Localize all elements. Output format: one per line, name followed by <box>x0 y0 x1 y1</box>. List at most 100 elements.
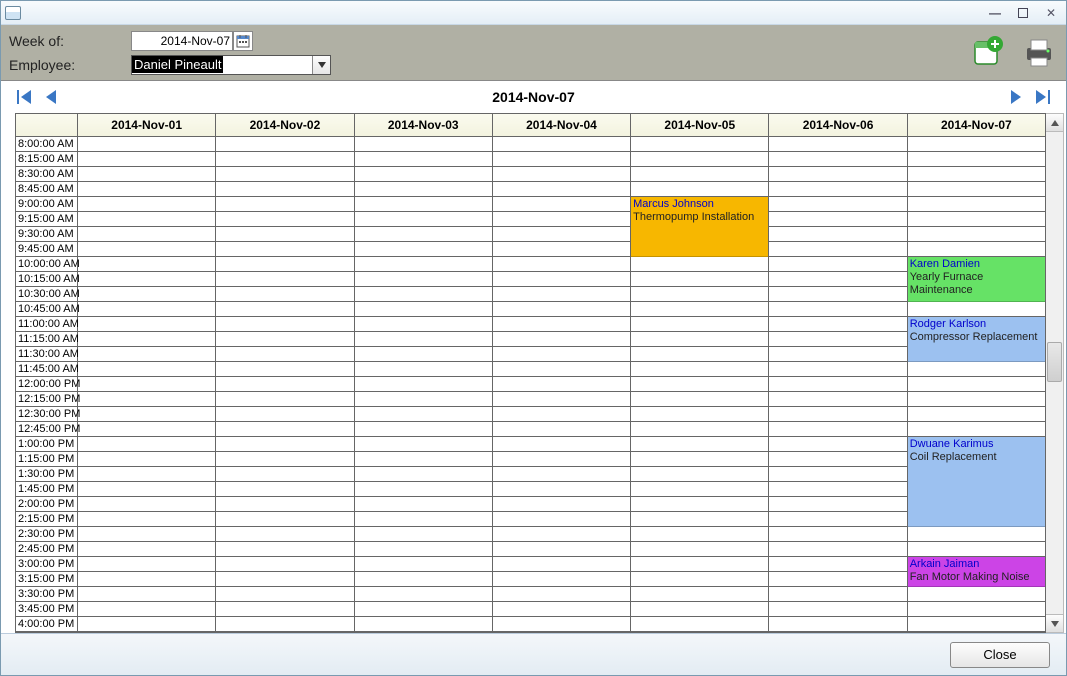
time-slot[interactable] <box>908 422 1045 437</box>
time-slot[interactable] <box>631 272 768 287</box>
calendar-event[interactable]: Arkain JaimanFan Motor Making Noise <box>908 557 1045 587</box>
time-slot[interactable] <box>908 227 1045 242</box>
time-slot[interactable] <box>78 407 215 422</box>
time-slot[interactable] <box>355 437 492 452</box>
time-slot[interactable] <box>493 482 630 497</box>
time-slot[interactable] <box>78 287 215 302</box>
time-slot[interactable] <box>355 422 492 437</box>
time-slot[interactable] <box>78 422 215 437</box>
time-slot[interactable] <box>78 332 215 347</box>
close-window-icon[interactable]: ✕ <box>1040 6 1062 20</box>
time-slot[interactable] <box>769 332 906 347</box>
time-slot[interactable] <box>769 197 906 212</box>
time-slot[interactable] <box>631 617 768 632</box>
print-button[interactable] <box>1018 31 1060 73</box>
time-slot[interactable] <box>631 557 768 572</box>
time-slot[interactable] <box>216 602 353 617</box>
time-slot[interactable] <box>631 137 768 152</box>
time-slot[interactable] <box>216 617 353 632</box>
time-slot[interactable] <box>493 377 630 392</box>
time-slot[interactable] <box>355 572 492 587</box>
time-slot[interactable] <box>355 167 492 182</box>
time-slot[interactable] <box>355 182 492 197</box>
time-slot[interactable] <box>631 377 768 392</box>
time-slot[interactable] <box>631 287 768 302</box>
time-slot[interactable] <box>631 512 768 527</box>
time-slot[interactable] <box>908 212 1045 227</box>
time-slot[interactable] <box>493 422 630 437</box>
time-slot[interactable] <box>78 542 215 557</box>
time-slot[interactable] <box>769 227 906 242</box>
time-slot[interactable] <box>493 572 630 587</box>
time-slot[interactable] <box>216 197 353 212</box>
time-slot[interactable] <box>355 527 492 542</box>
time-slot[interactable] <box>216 212 353 227</box>
time-slot[interactable] <box>355 317 492 332</box>
time-slot[interactable] <box>216 377 353 392</box>
time-slot[interactable] <box>769 602 906 617</box>
time-slot[interactable] <box>355 212 492 227</box>
time-slot[interactable] <box>631 482 768 497</box>
time-slot[interactable] <box>216 257 353 272</box>
time-slot[interactable] <box>78 242 215 257</box>
time-slot[interactable] <box>769 437 906 452</box>
time-slot[interactable] <box>631 182 768 197</box>
time-slot[interactable] <box>631 152 768 167</box>
employee-select[interactable]: Daniel Pineault <box>131 55 331 75</box>
day-column[interactable] <box>78 137 216 632</box>
time-slot[interactable] <box>216 182 353 197</box>
time-slot[interactable] <box>908 602 1045 617</box>
week-of-input[interactable] <box>131 31 233 51</box>
time-slot[interactable] <box>769 482 906 497</box>
time-slot[interactable] <box>355 542 492 557</box>
time-slot[interactable] <box>769 362 906 377</box>
time-slot[interactable] <box>78 482 215 497</box>
time-slot[interactable] <box>78 137 215 152</box>
time-slot[interactable] <box>355 152 492 167</box>
time-slot[interactable] <box>493 557 630 572</box>
vertical-scrollbar[interactable] <box>1046 113 1064 633</box>
time-slot[interactable] <box>769 497 906 512</box>
time-slot[interactable] <box>78 587 215 602</box>
time-slot[interactable] <box>769 407 906 422</box>
last-page-button[interactable] <box>1032 87 1052 107</box>
day-column[interactable] <box>216 137 354 632</box>
time-slot[interactable] <box>78 572 215 587</box>
time-slot[interactable] <box>631 392 768 407</box>
time-slot[interactable] <box>216 242 353 257</box>
time-slot[interactable] <box>78 497 215 512</box>
time-slot[interactable] <box>216 287 353 302</box>
time-slot[interactable] <box>78 227 215 242</box>
day-column[interactable] <box>493 137 631 632</box>
scroll-down-icon[interactable] <box>1046 614 1063 632</box>
time-slot[interactable] <box>631 422 768 437</box>
time-slot[interactable] <box>631 542 768 557</box>
time-slot[interactable] <box>769 152 906 167</box>
time-slot[interactable] <box>631 467 768 482</box>
time-slot[interactable] <box>216 497 353 512</box>
time-slot[interactable] <box>355 302 492 317</box>
time-slot[interactable] <box>216 272 353 287</box>
time-slot[interactable] <box>355 452 492 467</box>
time-slot[interactable] <box>355 257 492 272</box>
time-slot[interactable] <box>216 467 353 482</box>
time-slot[interactable] <box>355 497 492 512</box>
time-slot[interactable] <box>769 347 906 362</box>
time-slot[interactable] <box>355 197 492 212</box>
time-slot[interactable] <box>355 482 492 497</box>
time-slot[interactable] <box>908 152 1045 167</box>
time-slot[interactable] <box>355 512 492 527</box>
time-slot[interactable] <box>769 467 906 482</box>
time-slot[interactable] <box>216 512 353 527</box>
time-slot[interactable] <box>355 587 492 602</box>
time-slot[interactable] <box>355 377 492 392</box>
calendar-event[interactable]: Marcus JohnsonThermopump Installation <box>631 197 768 257</box>
time-slot[interactable] <box>493 437 630 452</box>
time-slot[interactable] <box>769 272 906 287</box>
day-column[interactable] <box>769 137 907 632</box>
time-slot[interactable] <box>493 497 630 512</box>
time-slot[interactable] <box>631 407 768 422</box>
day-column[interactable]: Marcus JohnsonThermopump Installation <box>631 137 769 632</box>
time-slot[interactable] <box>769 287 906 302</box>
time-slot[interactable] <box>216 527 353 542</box>
